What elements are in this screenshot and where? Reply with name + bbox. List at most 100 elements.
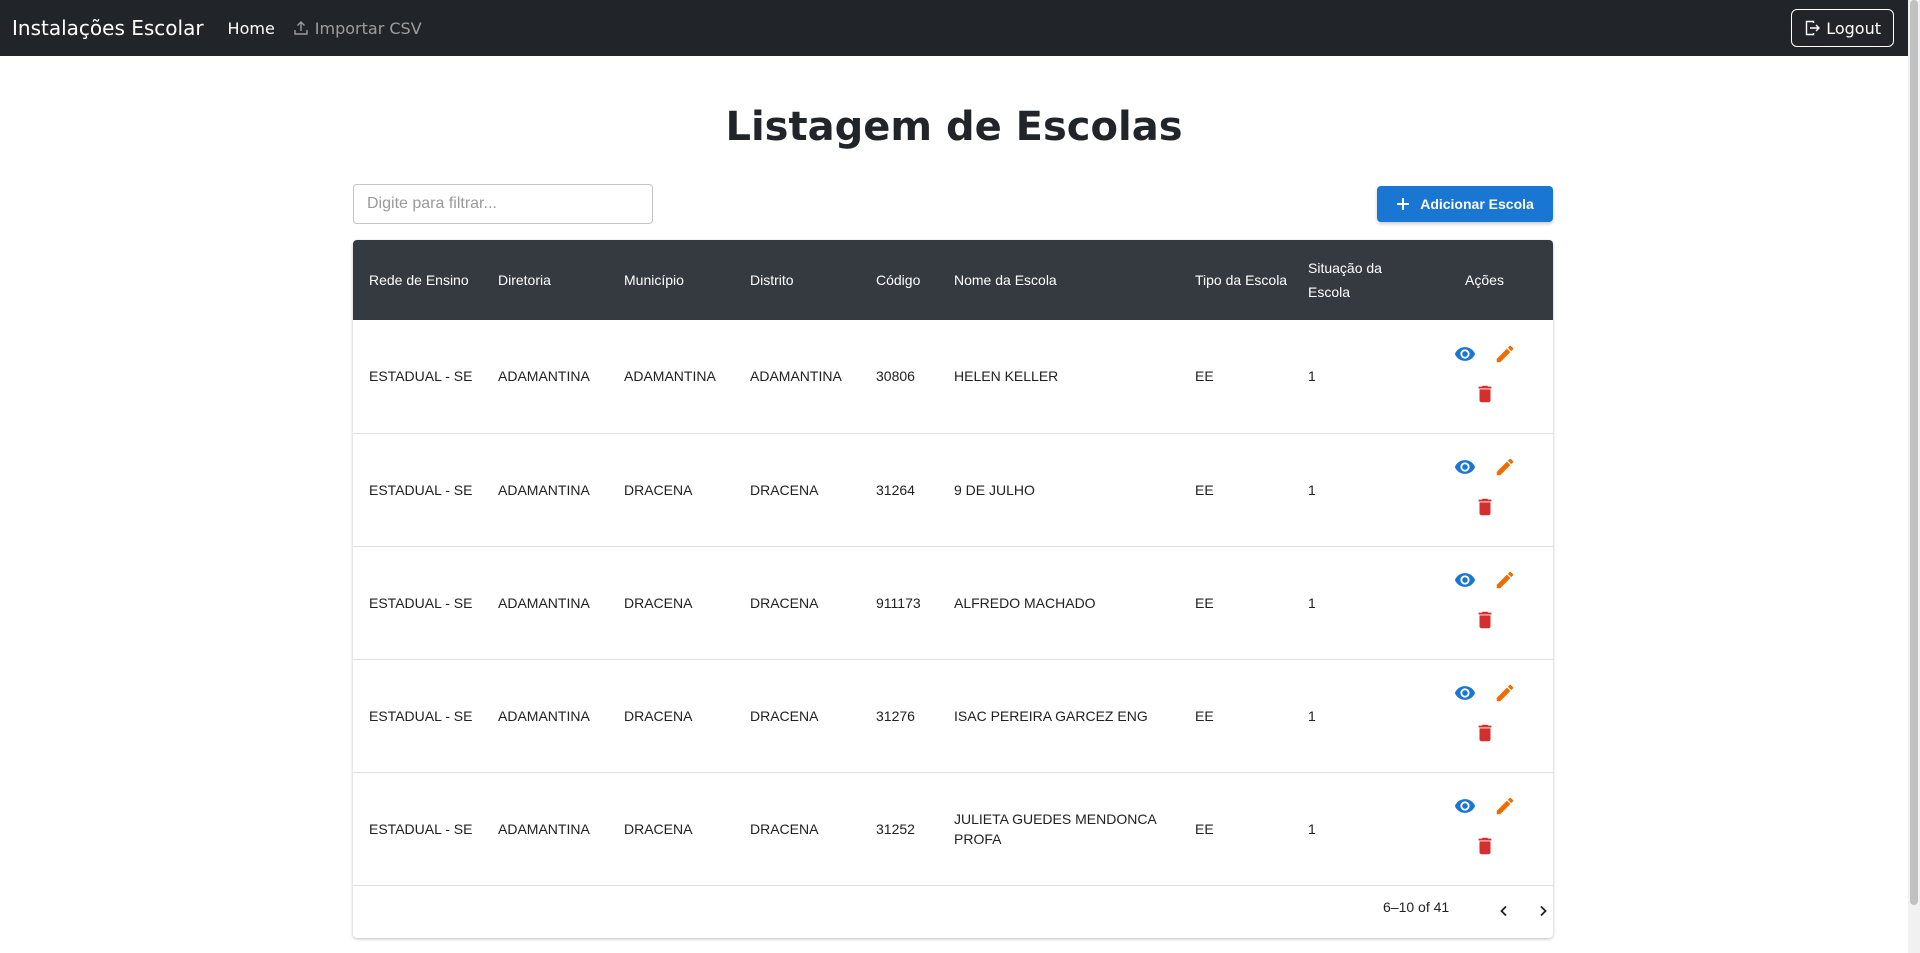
top-navbar: Instalações Escolar Home Importar CSV Lo…	[0, 0, 1908, 56]
table-row: ESTADUAL - SE ADAMANTINA DRACENA DRACENA 312…	[353, 772, 1553, 885]
cell-situacao: 1	[1308, 820, 1316, 837]
column-header-diretoria[interactable]: Diretoria	[482, 240, 608, 320]
chevron-right-icon	[1540, 905, 1547, 917]
pencil-icon	[1494, 343, 1516, 370]
edit-button[interactable]	[1485, 676, 1525, 716]
prev-page-button[interactable]	[1490, 897, 1518, 925]
column-header-tipo[interactable]: Tipo da Escola	[1179, 240, 1292, 320]
cell-tipo: EE	[1195, 594, 1214, 611]
view-button[interactable]	[1445, 676, 1485, 716]
cell-codigo: 31252	[876, 820, 915, 837]
view-button[interactable]	[1445, 789, 1485, 829]
cell-municipio: DRACENA	[624, 707, 693, 724]
delete-button[interactable]	[1465, 603, 1505, 643]
cell-actions	[1416, 772, 1553, 885]
cell-distrito: ADAMANTINA	[750, 368, 842, 385]
cell-nome: ISAC PEREIRA GARCEZ ENG	[954, 707, 1148, 724]
column-header-nome[interactable]: Nome da Escola	[938, 240, 1179, 320]
logout-label: Logout	[1826, 18, 1881, 38]
trash-icon	[1474, 835, 1496, 862]
cell-tipo: EE	[1195, 820, 1214, 837]
column-header-distrito[interactable]: Distrito	[734, 240, 860, 320]
logout-icon	[1804, 20, 1821, 36]
delete-button[interactable]	[1465, 490, 1505, 530]
cell-municipio: DRACENA	[624, 820, 693, 837]
cell-actions	[1416, 320, 1553, 433]
cell-distrito: DRACENA	[750, 820, 819, 837]
cell-distrito: DRACENA	[750, 707, 819, 724]
logout-button[interactable]: Logout	[1791, 9, 1894, 47]
upload-icon	[293, 20, 309, 36]
trash-icon	[1474, 722, 1496, 749]
column-header-rede[interactable]: Rede de Ensino	[353, 240, 482, 320]
table-row: ESTADUAL - SE ADAMANTINA DRACENA DRACENA 312…	[353, 433, 1553, 546]
cell-diretoria: ADAMANTINA	[498, 707, 590, 724]
table-row: ESTADUAL - SE ADAMANTINA ADAMANTINA ADAMANT…	[353, 320, 1553, 433]
schools-table-card: Rede de Ensino Diretoria Município Distr…	[353, 240, 1553, 938]
view-button[interactable]	[1445, 563, 1485, 603]
table-header-row: Rede de Ensino Diretoria Município Distr…	[353, 240, 1553, 320]
column-header-situacao[interactable]: Situação da Escola	[1292, 240, 1416, 320]
column-header-codigo[interactable]: Código	[860, 240, 938, 320]
edit-button[interactable]	[1485, 450, 1525, 490]
scrollbar-thumb[interactable]	[1910, 0, 1918, 905]
row-actions	[1445, 789, 1525, 869]
column-header-municipio[interactable]: Município	[608, 240, 734, 320]
delete-button[interactable]	[1465, 376, 1505, 416]
cell-tipo: EE	[1195, 707, 1214, 724]
eye-icon	[1454, 795, 1476, 822]
trash-icon	[1474, 609, 1496, 636]
cell-situacao: 1	[1308, 481, 1316, 498]
cell-actions	[1416, 433, 1553, 546]
cell-situacao: 1	[1308, 368, 1316, 385]
cell-diretoria: ADAMANTINA	[498, 820, 590, 837]
schools-table: Rede de Ensino Diretoria Município Distr…	[353, 240, 1553, 886]
nav-home-link[interactable]: Home	[228, 19, 275, 38]
cell-municipio: DRACENA	[624, 481, 693, 498]
chevron-left-icon	[1500, 905, 1507, 917]
column-header-acoes: Ações	[1465, 272, 1504, 288]
cell-tipo: EE	[1195, 368, 1214, 385]
cell-codigo: 31264	[876, 481, 915, 498]
cell-nome: 9 DE JULHO	[954, 481, 1035, 498]
cell-rede: ESTADUAL - SE	[369, 707, 473, 724]
view-button[interactable]	[1445, 336, 1485, 376]
row-actions	[1445, 336, 1525, 416]
cell-diretoria: ADAMANTINA	[498, 481, 590, 498]
cell-municipio: DRACENA	[624, 594, 693, 611]
cell-rede: ESTADUAL - SE	[369, 481, 473, 498]
next-page-button[interactable]	[1529, 897, 1553, 925]
add-school-button[interactable]: Adicionar Escola	[1377, 186, 1553, 222]
cell-nome: ALFREDO MACHADO	[954, 594, 1096, 611]
view-button[interactable]	[1445, 450, 1485, 490]
cell-codigo: 911173	[876, 594, 921, 611]
app-brand[interactable]: Instalações Escolar	[12, 16, 204, 40]
eye-icon	[1454, 569, 1476, 596]
delete-button[interactable]	[1465, 716, 1505, 756]
cell-situacao: 1	[1308, 707, 1316, 724]
delete-button[interactable]	[1465, 829, 1505, 869]
cell-rede: ESTADUAL - SE	[369, 820, 473, 837]
cell-distrito: DRACENA	[750, 594, 819, 611]
edit-button[interactable]	[1485, 563, 1525, 603]
cell-tipo: EE	[1195, 481, 1214, 498]
cell-distrito: DRACENA	[750, 481, 819, 498]
edit-button[interactable]	[1485, 789, 1525, 829]
table-row: ESTADUAL - SE ADAMANTINA DRACENA DRACENA 911…	[353, 546, 1553, 659]
cell-actions	[1416, 659, 1553, 772]
filter-input[interactable]	[353, 184, 653, 224]
cell-codigo: 30806	[876, 368, 915, 385]
trash-icon	[1474, 496, 1496, 523]
eye-icon	[1454, 456, 1476, 483]
nav-import-csv-link[interactable]: Importar CSV	[293, 19, 422, 38]
plus-icon	[1396, 197, 1410, 211]
pencil-icon	[1494, 795, 1516, 822]
row-actions	[1445, 563, 1525, 643]
trash-icon	[1474, 383, 1496, 410]
cell-actions	[1416, 546, 1553, 659]
page-scrollbar[interactable]	[1908, 0, 1920, 953]
edit-button[interactable]	[1485, 336, 1525, 376]
pencil-icon	[1494, 682, 1516, 709]
page-title: Listagem de Escolas	[725, 104, 1183, 150]
cell-rede: ESTADUAL - SE	[369, 594, 473, 611]
